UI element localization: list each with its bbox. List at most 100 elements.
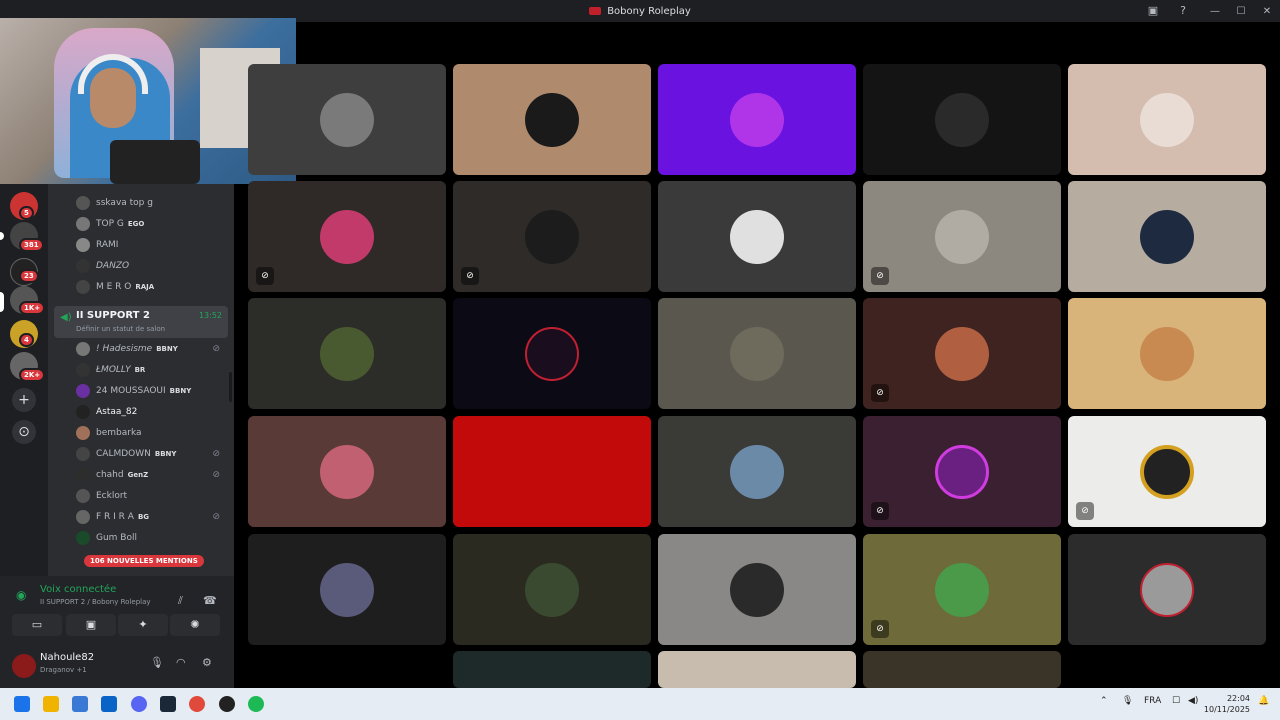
inbox-icon[interactable]: ▣ [1146, 4, 1160, 18]
scrollbar[interactable] [229, 372, 232, 402]
voice-channel-link[interactable]: II SUPPORT 2 / Bobony Roleplay [40, 598, 151, 606]
avatar [1140, 445, 1194, 499]
voice-member-item[interactable]: Gum Boll [76, 527, 226, 548]
participant-tile[interactable] [658, 298, 856, 409]
voice-status: Voix connectée [40, 584, 117, 595]
store-icon[interactable] [72, 696, 88, 712]
voice-member-item[interactable]: ŁMOLLY BR [76, 359, 226, 380]
participant-tile[interactable] [453, 298, 651, 409]
avatar [320, 563, 374, 617]
window-title: Bobony Roleplay [607, 5, 691, 17]
voice-member-item[interactable]: Astaa_82 [76, 401, 226, 422]
server-badge: 23 [19, 269, 39, 283]
voice-member-item[interactable]: 24 MOUSSAOUI BBNY [76, 380, 226, 401]
outlook-icon[interactable] [101, 696, 117, 712]
voice-member-item[interactable]: chahd GenZ ⊘ [76, 464, 226, 485]
participant-tile[interactable] [1068, 64, 1266, 175]
explore-servers-icon[interactable]: ⊙ [12, 420, 36, 444]
server-badge: 2K+ [19, 368, 46, 382]
member-item[interactable]: sskava top g [76, 192, 226, 213]
voice-member-item[interactable]: Ecklort [76, 485, 226, 506]
participant-tile[interactable] [453, 651, 651, 688]
participant-tile[interactable] [863, 64, 1061, 175]
avatar [935, 445, 989, 499]
clock[interactable]: 22:04 10/11/2025 [1204, 693, 1250, 715]
app-logo-icon [589, 7, 602, 15]
member-item[interactable]: RAMI [76, 234, 226, 255]
participant-tile[interactable] [248, 64, 446, 175]
participant-tile[interactable] [1068, 181, 1266, 292]
member-item[interactable]: M E R O RAJA [76, 276, 226, 297]
voice-channel-timer: 13:52 [198, 311, 222, 320]
participant-tile[interactable] [863, 651, 1061, 688]
voice-channel-item[interactable]: ◀) II SUPPORT 2 13:52 Définir un statut … [54, 306, 228, 338]
deafened-icon: ⊘ [212, 343, 220, 354]
noise-suppression-icon[interactable]: ⫽ [178, 594, 183, 608]
settings-gear-icon[interactable]: ⚙ [202, 656, 212, 669]
participant-tile[interactable] [1068, 298, 1266, 409]
microphone [110, 140, 200, 184]
participant-tile[interactable] [658, 534, 856, 645]
notifications-icon[interactable]: 🔔 [1258, 696, 1269, 706]
activities-button[interactable]: ✦ [118, 614, 168, 636]
voice-member-item[interactable]: bembarka [76, 422, 226, 443]
language-indicator[interactable]: FRA [1144, 696, 1161, 706]
avatar [76, 195, 90, 210]
participant-tile[interactable] [453, 534, 651, 645]
participant-tile[interactable] [453, 416, 651, 527]
minimize-button[interactable]: — [1202, 6, 1228, 17]
camera-button[interactable]: ▭ [12, 614, 62, 636]
muted-icon: ⊘ [871, 502, 889, 520]
participant-tile[interactable] [658, 64, 856, 175]
spotify-icon[interactable] [248, 696, 264, 712]
participant-tile[interactable]: ⊘ [453, 181, 651, 292]
voice-channel-status[interactable]: Définir un statut de salon [76, 325, 165, 333]
discord-icon[interactable] [131, 696, 147, 712]
participant-tile[interactable]: ⊘ [863, 181, 1061, 292]
avatar [730, 445, 784, 499]
chrome-icon[interactable] [189, 696, 205, 712]
avatar [525, 93, 579, 147]
member-item[interactable]: DANZO [76, 255, 226, 276]
microphone-tray-icon[interactable]: 🎙 [1122, 696, 1133, 706]
participant-tile[interactable] [248, 534, 446, 645]
participant-tile[interactable] [248, 416, 446, 527]
volume-icon[interactable]: ◀) [1188, 696, 1198, 706]
avatar [76, 530, 90, 545]
add-server-icon[interactable]: + [12, 388, 36, 412]
voice-member-item[interactable]: CALMDOWN BBNY ⊘ [76, 443, 226, 464]
server-badge: 4 [19, 333, 34, 347]
participant-tile[interactable] [1068, 534, 1266, 645]
participant-tile[interactable]: ⊘ [863, 298, 1061, 409]
soundboard-button[interactable]: ✺ [170, 614, 220, 636]
participant-tile[interactable] [658, 651, 856, 688]
participant-tile[interactable]: ⊘ [863, 534, 1061, 645]
participant-tile[interactable] [658, 416, 856, 527]
new-mentions-button[interactable]: 106 NOUVELLES MENTIONS [84, 555, 204, 567]
participant-tile[interactable] [453, 64, 651, 175]
participant-tile[interactable] [248, 298, 446, 409]
voice-member-item[interactable]: ! Hadesisme BBNY ⊘ [76, 338, 226, 359]
disconnect-icon[interactable]: ☎ [203, 594, 217, 607]
maximize-button[interactable]: ☐ [1228, 6, 1254, 17]
deafened-icon: ⊘ [212, 469, 220, 480]
start-menu-icon[interactable] [14, 696, 30, 712]
windows-taskbar: ⌃ 🎙 FRA ☐ ◀) 22:04 10/11/2025 🔔 [0, 688, 1280, 720]
obs-icon[interactable] [219, 696, 235, 712]
close-button[interactable]: ✕ [1254, 6, 1280, 17]
microphone-icon[interactable]: 🎙 [150, 656, 164, 669]
file-explorer-icon[interactable] [43, 696, 59, 712]
member-item[interactable]: TOP G EGO [76, 213, 226, 234]
steam-icon[interactable] [160, 696, 176, 712]
participant-tile[interactable]: ⊘ [248, 181, 446, 292]
voice-member-item[interactable]: F R I R A BG ⊘ [76, 506, 226, 527]
network-icon[interactable]: ☐ [1172, 696, 1180, 706]
show-hidden-icons-icon[interactable]: ⌃ [1100, 696, 1108, 706]
participant-tile[interactable]: ⊘ [863, 416, 1061, 527]
participant-tile[interactable]: ⊘ [1068, 416, 1266, 527]
headphones-icon[interactable]: ◠ [176, 656, 186, 669]
avatar[interactable] [12, 654, 36, 678]
participant-tile[interactable] [658, 181, 856, 292]
help-icon[interactable]: ? [1176, 4, 1190, 18]
screen-share-button[interactable]: ▣ [66, 614, 116, 636]
